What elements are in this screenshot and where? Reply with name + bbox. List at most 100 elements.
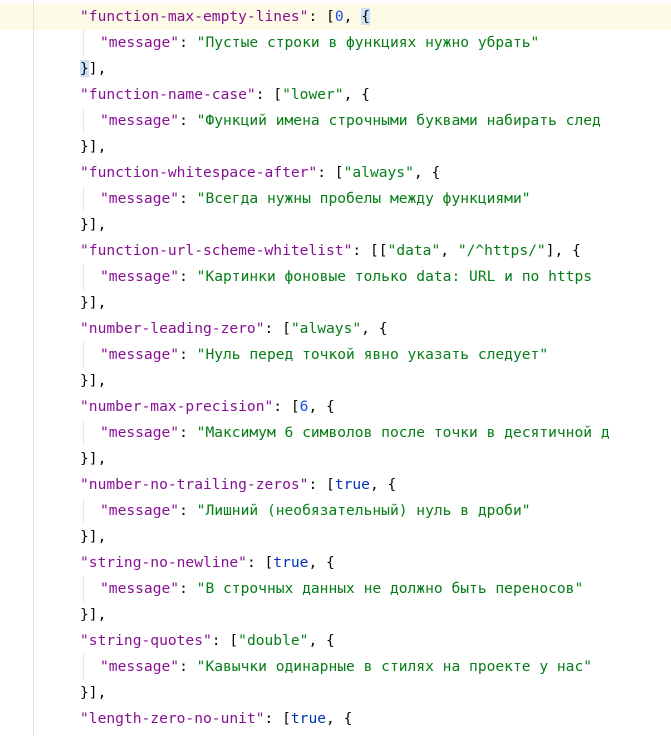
indent-guide — [83, 654, 84, 680]
code-line[interactable]: "message": "В строчных данных не должно … — [0, 576, 671, 602]
json-string: "Максимум 6 символов после точки в десят… — [196, 424, 610, 441]
json-punctuation: : [ — [246, 554, 274, 571]
json-key: "function-whitespace-after" — [80, 164, 318, 181]
code-line[interactable]: "message": "Кавычки одинарные в стилях н… — [0, 654, 671, 680]
code-line[interactable]: "function-name-case": ["lower", { — [0, 82, 671, 108]
json-string: "Пустые строки в функциях нужно убрать" — [196, 34, 540, 51]
json-key: "message" — [100, 190, 180, 207]
json-punctuation: : — [179, 658, 197, 675]
code-line[interactable]: }], — [0, 290, 671, 316]
json-key: "message" — [100, 424, 180, 441]
json-key: "string-quotes" — [80, 632, 212, 649]
json-punctuation: , { — [369, 476, 397, 493]
json-punctuation: , { — [413, 164, 441, 181]
json-key: "length-zero-no-unit" — [80, 710, 265, 727]
json-punctuation: , { — [326, 710, 353, 727]
json-punctuation: , { — [308, 398, 335, 415]
json-literal: true — [273, 554, 309, 571]
json-punctuation: : [ — [211, 632, 239, 649]
json-punctuation: : — [179, 268, 197, 285]
json-key: "string-no-newline" — [80, 554, 247, 571]
matched-brace: { — [361, 8, 370, 25]
json-punctuation: : — [179, 190, 197, 207]
code-line[interactable]: "message": "Максимум 6 символов после то… — [0, 420, 671, 446]
json-key: "number-max-precision" — [80, 398, 274, 415]
code-line[interactable]: }], — [0, 602, 671, 628]
json-key: "message" — [100, 658, 180, 675]
code-line[interactable]: "number-no-trailing-zeros": [true, { — [0, 472, 671, 498]
json-punctuation: : [[ — [352, 242, 388, 259]
code-line[interactable]: "message": "Всегда нужны пробелы между ф… — [0, 186, 671, 212]
json-punctuation: , — [440, 242, 458, 259]
json-key: "function-max-empty-lines" — [80, 8, 309, 25]
json-punctuation: }], — [80, 138, 107, 155]
json-string: "data" — [387, 242, 441, 259]
json-string: "double" — [238, 632, 309, 649]
json-key: "message" — [100, 502, 180, 519]
json-punctuation: : — [179, 424, 197, 441]
code-line[interactable]: "number-max-precision": [6, { — [0, 394, 671, 420]
code-line[interactable]: "message": "Лишний (необязательный) нуль… — [0, 498, 671, 524]
code-line[interactable]: }], — [0, 368, 671, 394]
json-string: "always" — [343, 164, 414, 181]
json-punctuation: , { — [308, 554, 335, 571]
code-line[interactable]: }], — [0, 134, 671, 160]
code-line[interactable]: "message": "Нуль перед точкой явно указа… — [0, 342, 671, 368]
json-string: "always" — [290, 320, 362, 337]
code-line[interactable]: "function-url-scheme-whitelist": [["data… — [0, 238, 671, 264]
indent-guide — [83, 108, 84, 134]
json-punctuation: }], — [80, 294, 107, 311]
json-punctuation: }], — [80, 606, 107, 623]
code-line[interactable]: "string-quotes": ["double", { — [0, 628, 671, 654]
indent-guide — [83, 498, 84, 524]
code-line[interactable]: "function-whitespace-after": ["always", … — [0, 160, 671, 186]
json-punctuation: : — [179, 346, 197, 363]
code-line[interactable]: "message": "Функций имена строчными букв… — [0, 108, 671, 134]
code-line[interactable]: }], — [0, 680, 671, 706]
json-key: "function-name-case" — [80, 86, 256, 103]
json-key: "message" — [100, 346, 180, 363]
json-punctuation: , { — [308, 632, 335, 649]
json-punctuation: : — [179, 112, 197, 129]
code-line[interactable]: "message": "Пустые строки в функциях нуж… — [0, 30, 671, 56]
json-punctuation: }], — [80, 684, 107, 701]
json-key: "message" — [100, 268, 180, 285]
json-string: "Картинки фоновые только data: URL и по … — [196, 268, 593, 285]
code-line[interactable]: "message": "Картинки фоновые только data… — [0, 264, 671, 290]
indent-guide — [83, 30, 84, 56]
json-punctuation: : [ — [264, 320, 291, 337]
json-key: "number-no-trailing-zeros" — [80, 476, 309, 493]
json-string: "Всегда нужны пробелы между функциями" — [196, 190, 531, 207]
json-string: "Кавычки одинарные в стилях на проекте у… — [196, 658, 593, 675]
json-string: "Функций имена строчными буквами набират… — [196, 112, 601, 129]
code-editor[interactable]: "function-max-empty-lines": [0, {"messag… — [0, 0, 671, 736]
json-punctuation: : [ — [308, 8, 335, 25]
code-line[interactable]: }], — [0, 56, 671, 82]
json-string: "/^https/" — [457, 242, 546, 259]
json-punctuation: }], — [80, 528, 107, 545]
indent-guide — [83, 420, 84, 446]
json-punctuation: : [ — [308, 476, 335, 493]
json-string: "lower" — [282, 86, 344, 103]
code-line[interactable]: }], — [0, 212, 671, 238]
json-punctuation: ], { — [545, 242, 581, 259]
json-key: "message" — [100, 580, 180, 597]
code-line[interactable]: }], — [0, 524, 671, 550]
code-line[interactable]: }], — [0, 446, 671, 472]
json-punctuation: }], — [80, 450, 107, 467]
code-area[interactable]: "function-max-empty-lines": [0, {"messag… — [0, 4, 671, 732]
code-line[interactable]: "number-leading-zero": ["always", { — [0, 316, 671, 342]
code-line[interactable]: "function-max-empty-lines": [0, { — [0, 4, 671, 30]
json-string: "Лишний (необязательный) нуль в дроби" — [196, 502, 531, 519]
json-punctuation: , — [343, 8, 362, 25]
json-string: "В строчных данных не должно быть перено… — [196, 580, 584, 597]
indent-guide — [83, 342, 84, 368]
code-line[interactable]: "length-zero-no-unit": [true, { — [0, 706, 671, 732]
json-punctuation: : — [179, 502, 197, 519]
json-literal: true — [290, 710, 327, 727]
code-line[interactable]: "string-no-newline": [true, { — [0, 550, 671, 576]
json-number: 0 — [334, 8, 344, 25]
json-key: "number-leading-zero" — [80, 320, 265, 337]
json-key: "function-url-scheme-whitelist" — [80, 242, 353, 259]
json-punctuation: : [ — [317, 164, 344, 181]
